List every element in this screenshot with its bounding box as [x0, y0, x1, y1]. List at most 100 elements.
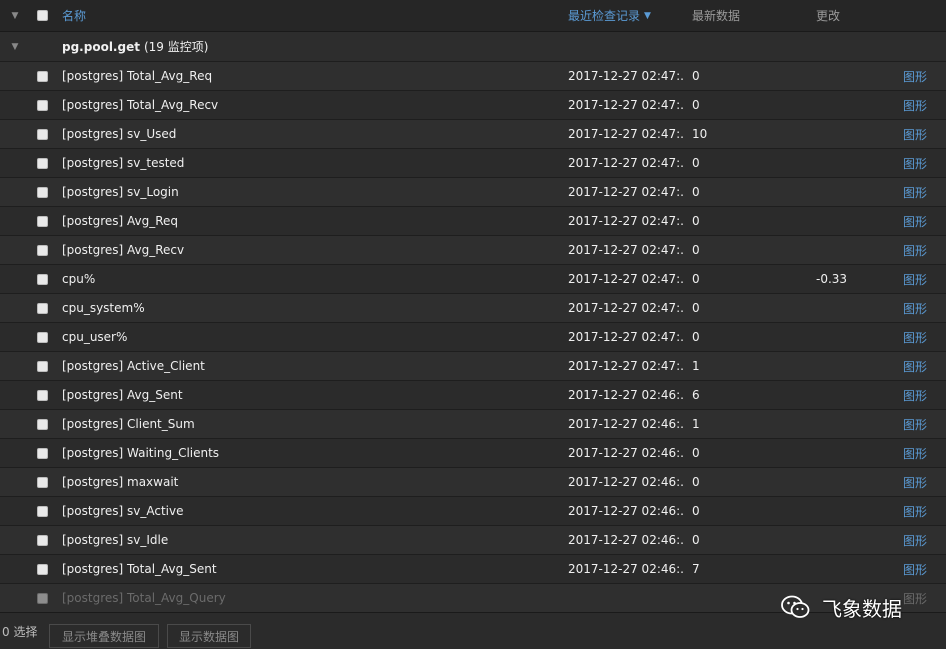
row-checkbox[interactable]	[35, 265, 49, 293]
latest-value: 6	[692, 388, 700, 402]
change-value	[816, 439, 886, 467]
graph-link[interactable]: 图形	[903, 149, 943, 177]
graph-link[interactable]: 图形	[903, 62, 943, 90]
graph-link[interactable]: 图形	[903, 236, 943, 264]
graph-link[interactable]: 图形	[903, 91, 943, 119]
item-name: [postgres] sv_Used	[62, 127, 177, 141]
table-row: [postgres] maxwait 2017-12-27 02:46:... 0 图…	[0, 468, 946, 497]
items-table: ▼ 名称 最近检查记录 ▼ 最新数据 更改 ▼ pg.pool.get (19 …	[0, 0, 946, 612]
graph-link[interactable]: 图形	[903, 323, 943, 351]
column-header-latest-data: 最新数据	[692, 9, 741, 23]
table-row: [postgres] Total_Avg_Req 2017-12-27 02:47…	[0, 62, 946, 91]
graph-link[interactable]: 图形	[903, 526, 943, 554]
last-check-time: 2017-12-27 02:46:...	[568, 446, 684, 460]
item-name: [postgres] sv_Active	[62, 504, 184, 518]
row-checkbox[interactable]	[35, 468, 49, 496]
row-checkbox[interactable]	[35, 526, 49, 554]
row-checkbox[interactable]	[35, 497, 49, 525]
table-row: [postgres] sv_Login 2017-12-27 02:47:... 0…	[0, 178, 946, 207]
change-value	[816, 62, 886, 90]
wechat-icon	[781, 595, 810, 618]
graph-link[interactable]: 图形	[903, 381, 943, 409]
item-name: [postgres] Avg_Req	[62, 214, 179, 228]
row-checkbox[interactable]	[35, 410, 49, 438]
graph-link[interactable]: 图形	[903, 410, 943, 438]
last-check-time: 2017-12-27 02:47:...	[568, 243, 684, 257]
last-check-time: 2017-12-27 02:47:...	[568, 330, 684, 344]
table-row: [postgres] Avg_Sent 2017-12-27 02:46:... 6…	[0, 381, 946, 410]
last-check-time: 2017-12-27 02:47:...	[568, 301, 684, 315]
item-name: [postgres] Total_Avg_Recv	[62, 98, 219, 112]
graph-link[interactable]: 图形	[903, 468, 943, 496]
row-checkbox[interactable]	[35, 323, 49, 351]
item-name: [postgres] sv_Login	[62, 185, 179, 199]
show-graph-button[interactable]: 显示数据图	[167, 624, 251, 648]
latest-value: 0	[692, 69, 700, 83]
graph-link[interactable]: 图形	[903, 120, 943, 148]
last-check-time: 2017-12-27 02:46:...	[568, 388, 684, 402]
last-check-time: 2017-12-27 02:47:...	[568, 98, 684, 112]
row-checkbox[interactable]	[35, 439, 49, 467]
latest-value: 0	[692, 243, 700, 257]
row-checkbox[interactable]	[35, 236, 49, 264]
group-title: pg.pool.get (19 监控项)	[62, 32, 542, 61]
change-value	[816, 323, 886, 351]
last-check-time: 2017-12-27 02:47:...	[568, 214, 684, 228]
graph-link[interactable]: 图形	[903, 178, 943, 206]
item-name: cpu_user%	[62, 330, 128, 344]
latest-value: 0	[692, 504, 700, 518]
graph-link[interactable]: 图形	[903, 352, 943, 380]
graph-link[interactable]: 图形	[903, 294, 943, 322]
column-header-last-check-label: 最近检查记录	[568, 9, 641, 23]
item-name: [postgres] Avg_Sent	[62, 388, 183, 402]
row-checkbox[interactable]	[35, 62, 49, 90]
latest-value: 0	[692, 156, 700, 170]
latest-value: 0	[692, 98, 700, 112]
item-name: [postgres] Active_Client	[62, 359, 205, 373]
change-value	[816, 381, 886, 409]
table-row: [postgres] sv_Used 2017-12-27 02:47:... 10…	[0, 120, 946, 149]
last-check-time: 2017-12-27 02:46:...	[568, 533, 684, 547]
show-stacked-graph-button[interactable]: 显示堆叠数据图	[49, 624, 159, 648]
item-name: cpu_system%	[62, 301, 145, 315]
last-check-time: 2017-12-27 02:47:...	[568, 127, 684, 141]
change-value	[816, 178, 886, 206]
row-checkbox[interactable]	[35, 149, 49, 177]
latest-value: 10	[692, 127, 708, 141]
row-checkbox[interactable]	[35, 120, 49, 148]
last-check-time: 2017-12-27 02:47:...	[568, 272, 684, 286]
item-name: [postgres] sv_tested	[62, 156, 185, 170]
latest-value: 1	[692, 359, 700, 373]
select-all-checkbox[interactable]	[35, 0, 49, 31]
change-value	[816, 207, 886, 235]
graph-link[interactable]: 图形	[903, 497, 943, 525]
column-header-name[interactable]: 名称	[62, 0, 542, 31]
column-header-last-check[interactable]: 最近检查记录 ▼	[568, 0, 684, 31]
item-name: cpu%	[62, 272, 96, 286]
item-name: [postgres] sv_Idle	[62, 533, 169, 547]
graph-link[interactable]: 图形	[903, 439, 943, 467]
table-row: [postgres] Client_Sum 2017-12-27 02:46:..…	[0, 410, 946, 439]
graph-link[interactable]: 图形	[903, 207, 943, 235]
change-value	[816, 410, 886, 438]
latest-value: 0	[692, 533, 700, 547]
row-checkbox[interactable]	[35, 91, 49, 119]
row-checkbox[interactable]	[35, 555, 49, 583]
graph-link[interactable]: 图形	[903, 555, 943, 583]
table-row: [postgres] sv_Active 2017-12-27 02:46:...…	[0, 497, 946, 526]
row-checkbox[interactable]	[35, 381, 49, 409]
table-row: [postgres] Waiting_Clients 2017-12-27 02:…	[0, 439, 946, 468]
column-header-change: 更改	[816, 9, 841, 23]
graph-link[interactable]: 图形	[903, 265, 943, 293]
row-checkbox[interactable]	[35, 207, 49, 235]
row-checkbox[interactable]	[35, 584, 49, 612]
last-check-time: 2017-12-27 02:47:...	[568, 185, 684, 199]
row-checkbox[interactable]	[35, 178, 49, 206]
group-row[interactable]: ▼ pg.pool.get (19 监控项)	[0, 32, 946, 62]
last-check-time: 2017-12-27 02:46:...	[568, 475, 684, 489]
row-checkbox[interactable]	[35, 294, 49, 322]
group-collapse-icon[interactable]: ▼	[8, 32, 22, 61]
graph-link[interactable]: 图形	[903, 584, 943, 612]
row-checkbox[interactable]	[35, 352, 49, 380]
collapse-all-icon[interactable]: ▼	[8, 0, 22, 31]
